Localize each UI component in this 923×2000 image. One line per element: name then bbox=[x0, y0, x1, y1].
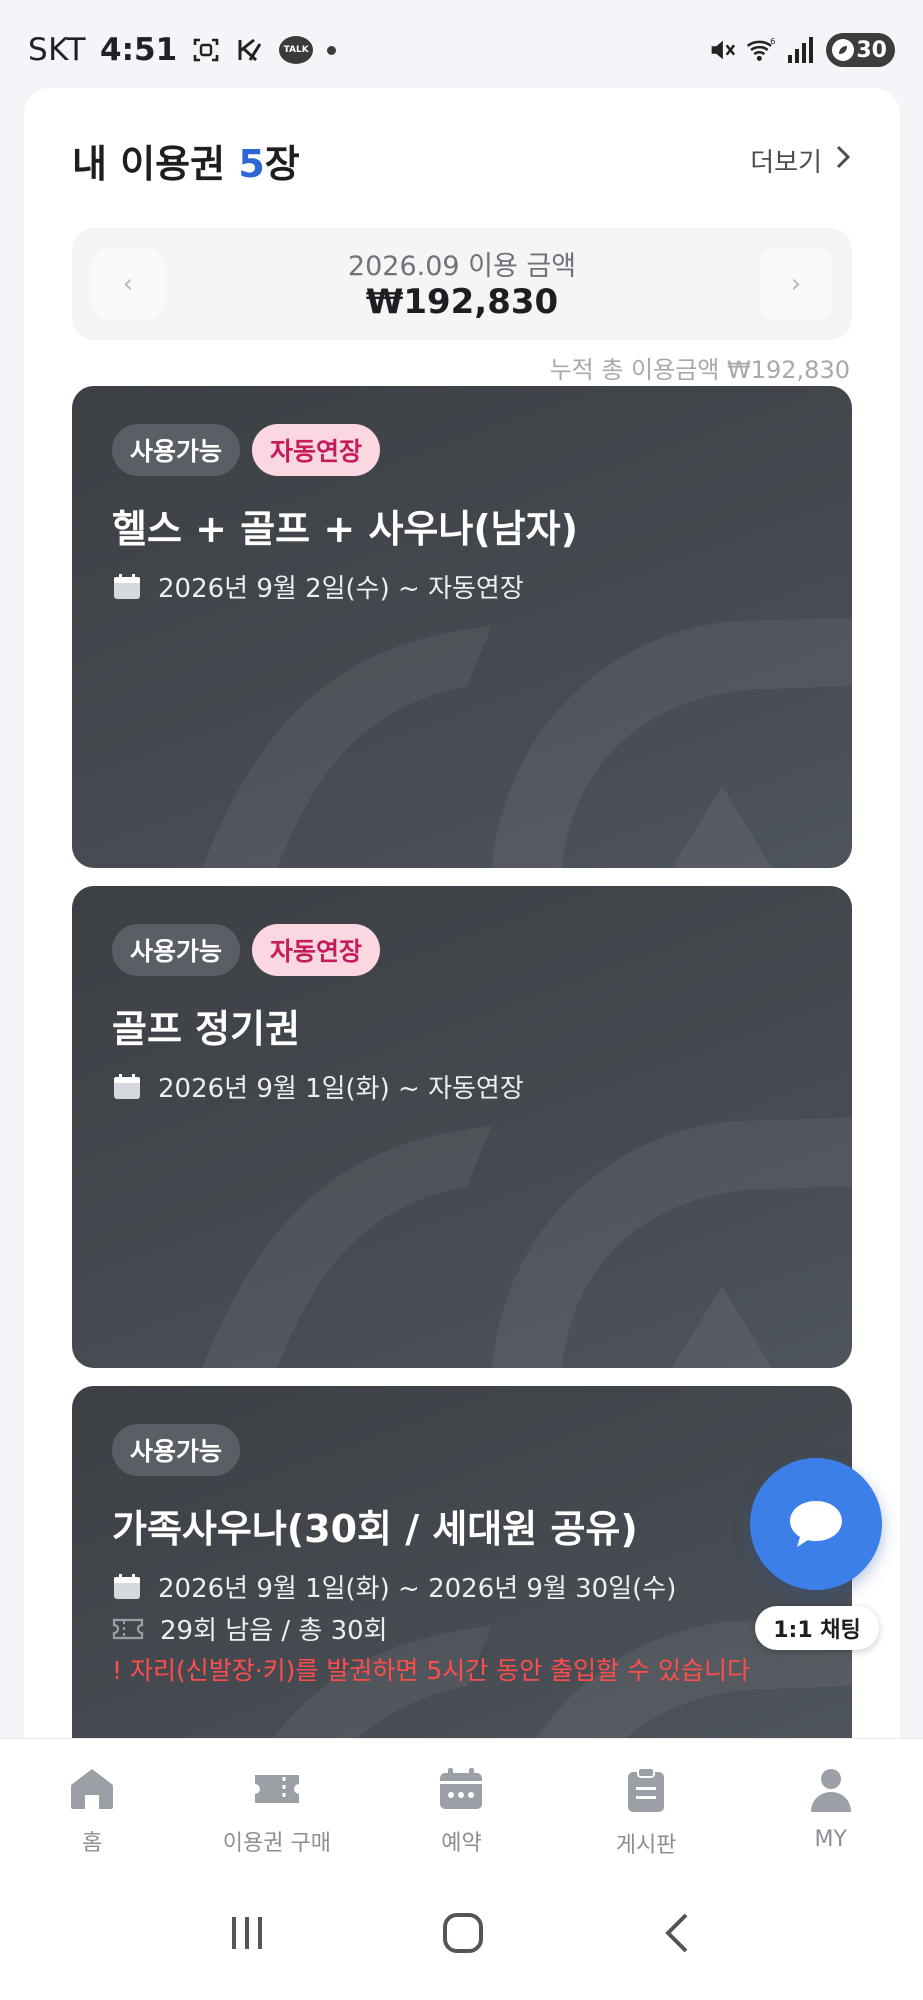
title-suffix: 장 bbox=[264, 141, 300, 186]
nav-my[interactable]: MY bbox=[738, 1739, 923, 1866]
svg-text:6: 6 bbox=[771, 36, 776, 46]
clock: 4:51 bbox=[100, 32, 178, 68]
chat-button[interactable] bbox=[750, 1458, 882, 1590]
chevron-right-icon bbox=[834, 143, 852, 178]
period-text: 2026년 9월 1일(화) ~ 2026년 9월 30일(수) bbox=[158, 1574, 677, 1604]
auto-renew-badge: 자동연장 bbox=[252, 924, 381, 976]
k-app-icon bbox=[235, 35, 265, 65]
badge-group: 사용가능 자동연장 bbox=[112, 924, 381, 976]
nav-reservation[interactable]: 예약 bbox=[369, 1739, 554, 1866]
mute-icon bbox=[706, 35, 736, 65]
calendar-icon bbox=[440, 1768, 483, 1809]
nav-label: 예약 bbox=[441, 1831, 482, 1856]
person-icon bbox=[810, 1769, 851, 1812]
ticket-card[interactable]: 사용가능 자동연장 헬스 + 골프 + 사우나(남자) 2026년 9월 2일(… bbox=[72, 386, 852, 868]
status-bar: SKT 4:51 TALK 6 30 bbox=[0, 0, 923, 100]
nav-board[interactable]: 게시판 bbox=[554, 1739, 739, 1866]
nav-label: 게시판 bbox=[615, 1833, 677, 1858]
nav-label: 이용권 구매 bbox=[222, 1831, 331, 1856]
ticket-title: 헬스 + 골프 + 사우나(남자) bbox=[112, 507, 578, 551]
period-text: 2026년 9월 2일(수) ~ 자동연장 bbox=[158, 574, 524, 604]
ticket-count: 5 bbox=[238, 141, 265, 186]
badge-group: 사용가능 bbox=[112, 1424, 241, 1476]
calendar-icon bbox=[114, 1573, 140, 1599]
month-amount: ₩192,830 bbox=[365, 282, 559, 322]
ticket-remaining: 29회 남음 / 총 30회 bbox=[112, 1610, 388, 1647]
title-prefix: 내 이용권 bbox=[72, 141, 239, 186]
wifi-icon: 6 bbox=[746, 35, 776, 65]
ticket-period: 2026년 9월 1일(화) ~ 2026년 9월 30일(수) bbox=[112, 1568, 676, 1605]
badge-group: 사용가능 자동연장 bbox=[112, 424, 381, 476]
calendar-icon bbox=[114, 1073, 140, 1099]
chat-bubble-icon bbox=[790, 1501, 842, 1547]
bottom-nav: 홈 이용권 구매 예약 게시판 MY bbox=[0, 1738, 923, 1866]
battery-saver-icon bbox=[832, 39, 855, 61]
signal-icon bbox=[786, 35, 816, 65]
calendar-icon bbox=[114, 573, 140, 599]
nav-label: MY bbox=[814, 1827, 847, 1852]
ticket-period: 2026년 9월 2일(수) ~ 자동연장 bbox=[112, 568, 524, 605]
nav-home[interactable]: 홈 bbox=[0, 1739, 185, 1866]
status-badge: 사용가능 bbox=[112, 424, 241, 476]
status-bar-left: SKT 4:51 TALK bbox=[28, 32, 337, 68]
recent-apps-icon[interactable] bbox=[227, 1913, 267, 1953]
ticket-title: 가족사우나(30회 / 세대원 공유) bbox=[112, 1507, 638, 1551]
ticket-card[interactable]: 사용가능 자동연장 골프 정기권 2026년 9월 1일(화) ~ 자동연장 bbox=[72, 886, 852, 1368]
month-label: 2026.09 이용 금액 bbox=[347, 251, 577, 282]
remaining-text: 29회 남음 / 총 30회 bbox=[160, 1616, 388, 1646]
more-label: 더보기 bbox=[750, 147, 822, 178]
monthly-usage-box: ‹ 2026.09 이용 금액 ₩192,830 › bbox=[72, 228, 852, 340]
status-badge: 사용가능 bbox=[112, 924, 241, 976]
dot-icon bbox=[327, 45, 337, 55]
nav-ticket-purchase[interactable]: 이용권 구매 bbox=[185, 1739, 370, 1866]
screenshot-icon bbox=[191, 35, 221, 65]
carrier-label: SKT bbox=[28, 32, 87, 68]
cumulative-amount: 누적 총 이용금액 ₩192,830 bbox=[549, 356, 850, 384]
home-icon bbox=[71, 1769, 114, 1809]
ticket-icon bbox=[112, 1618, 144, 1639]
nav-label: 홈 bbox=[82, 1831, 103, 1856]
battery-icon: 30 bbox=[826, 33, 895, 67]
section-header: 내 이용권 5장 더보기 bbox=[72, 130, 852, 190]
status-bar-right: 6 30 bbox=[706, 33, 895, 67]
back-icon[interactable] bbox=[660, 1911, 696, 1955]
battery-level: 30 bbox=[856, 37, 887, 63]
more-button[interactable]: 더보기 bbox=[750, 142, 852, 179]
system-nav-bar bbox=[0, 1866, 923, 2000]
clipboard-icon bbox=[628, 1767, 665, 1812]
page-title: 내 이용권 5장 bbox=[72, 133, 300, 188]
period-text: 2026년 9월 1일(화) ~ 자동연장 bbox=[158, 1074, 524, 1104]
kakaotalk-icon: TALK bbox=[279, 36, 314, 64]
next-month-button[interactable]: › bbox=[760, 248, 832, 320]
ticket-card[interactable]: 사용가능 가족사우나(30회 / 세대원 공유) 2026년 9월 1일(화) … bbox=[72, 1386, 852, 1738]
status-badge: 사용가능 bbox=[112, 1424, 241, 1476]
ticket-icon bbox=[254, 1775, 299, 1803]
warning-text: ! 자리(신발장·키)를 발권하면 5시간 동안 출입할 수 있습니다 bbox=[112, 1656, 751, 1685]
ticket-title: 골프 정기권 bbox=[112, 1007, 301, 1051]
home-circle-icon[interactable] bbox=[441, 1911, 485, 1955]
chat-label[interactable]: 1:1 채팅 bbox=[755, 1606, 879, 1650]
ticket-period: 2026년 9월 1일(화) ~ 자동연장 bbox=[112, 1068, 524, 1105]
auto-renew-badge: 자동연장 bbox=[252, 424, 381, 476]
